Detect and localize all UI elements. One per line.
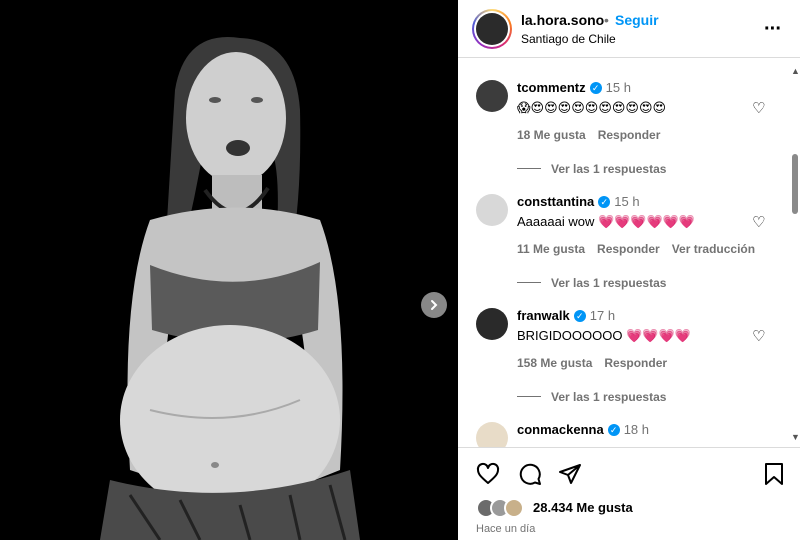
comment-likes[interactable]: 158 Me gusta <box>517 356 592 370</box>
comment-bubble-icon[interactable] <box>518 462 542 491</box>
scroll-up-icon[interactable]: ▲ <box>791 66 800 76</box>
reply-button[interactable]: Responder <box>598 128 661 142</box>
follow-button[interactable]: Seguir <box>615 12 659 28</box>
post-sidebar: la.hora.sono • Seguir Santiago de Chile … <box>458 0 800 540</box>
post-actions: 28.434 Me gusta Hace un día <box>458 447 800 540</box>
verified-badge-icon: ✓ <box>573 310 586 322</box>
post-header: la.hora.sono • Seguir Santiago de Chile … <box>458 0 800 58</box>
post-media <box>0 0 458 540</box>
post-location[interactable]: Santiago de Chile <box>521 32 616 46</box>
verified-badge-icon: ✓ <box>607 424 620 436</box>
comment-likes[interactable]: 18 Me gusta <box>517 128 586 142</box>
post-photo <box>0 0 458 540</box>
commenter-avatar[interactable] <box>476 194 508 226</box>
verified-badge-icon: ✓ <box>598 196 611 208</box>
author-username[interactable]: la.hora.sono <box>521 12 604 28</box>
comment-time: 15 h <box>605 80 631 95</box>
view-replies-label: Ver las 1 respuestas <box>551 276 667 290</box>
view-replies-button[interactable]: Ver las 1 respuestas <box>517 390 666 404</box>
more-options-icon[interactable]: ··· <box>764 18 782 41</box>
like-comment-heart-icon[interactable]: ♡ <box>752 99 765 117</box>
comments-scrollbar[interactable]: ▲ ▼ <box>789 60 800 445</box>
scroll-thumb[interactable] <box>792 154 798 214</box>
view-replies-button[interactable]: Ver las 1 respuestas <box>517 276 666 290</box>
commenter-username[interactable]: consttantina <box>517 194 594 209</box>
commenter-avatar[interactable] <box>476 422 508 447</box>
commenter-username[interactable]: tcommentz <box>517 80 586 95</box>
like-comment-heart-icon[interactable]: ♡ <box>752 213 765 231</box>
chevron-right-icon <box>431 300 438 310</box>
author-avatar[interactable] <box>472 9 512 49</box>
post-time-ago: Hace un día <box>476 523 536 535</box>
like-heart-icon[interactable] <box>476 462 500 491</box>
view-replies-label: Ver las 1 respuestas <box>551 162 667 176</box>
header-separator: • <box>604 12 609 28</box>
translate-button[interactable]: Ver traducción <box>672 242 755 256</box>
reply-button[interactable]: Responder <box>597 242 660 256</box>
post-viewer: la.hora.sono • Seguir Santiago de Chile … <box>0 0 800 540</box>
commenter-avatar[interactable] <box>476 308 508 340</box>
comments-list: tcommentz ✓ 15 h 😱😍😍😍😍😍😍😍😍😍😍 18 Me gusta Re… <box>458 59 800 447</box>
comment-time: 18 h <box>623 422 650 437</box>
comment-time: 15 h <box>614 194 640 209</box>
comment-text: 😱😍😍😍😍😍😍😍😍😍😍 <box>517 100 667 115</box>
comment-text: BRIGIDOOOOOO 💗💗💗💗 <box>517 328 691 343</box>
reply-button[interactable]: Responder <box>604 356 667 370</box>
commenter-avatar[interactable] <box>476 80 508 112</box>
like-comment-heart-icon[interactable]: ♡ <box>752 327 765 345</box>
share-paper-plane-icon[interactable] <box>558 462 582 491</box>
scroll-down-icon[interactable]: ▼ <box>791 432 800 442</box>
commenter-username[interactable]: conmackenna <box>517 422 604 437</box>
comment-text: Aaaaaai wow 💗💗💗💗💗💗 <box>517 214 696 229</box>
comment-time: 17 h <box>589 308 616 323</box>
verified-badge-icon: ✓ <box>589 82 602 94</box>
comment-likes[interactable]: 11 Me gusta <box>517 242 585 256</box>
save-bookmark-icon[interactable] <box>763 462 785 491</box>
next-media-button[interactable] <box>421 292 447 318</box>
view-replies-button[interactable]: Ver las 1 respuestas <box>517 162 666 176</box>
likers-avatars[interactable] <box>476 498 528 518</box>
likes-count[interactable]: 28.434 Me gusta <box>533 500 633 515</box>
commenter-username[interactable]: franwalk <box>517 308 570 323</box>
view-replies-label: Ver las 1 respuestas <box>551 390 667 404</box>
